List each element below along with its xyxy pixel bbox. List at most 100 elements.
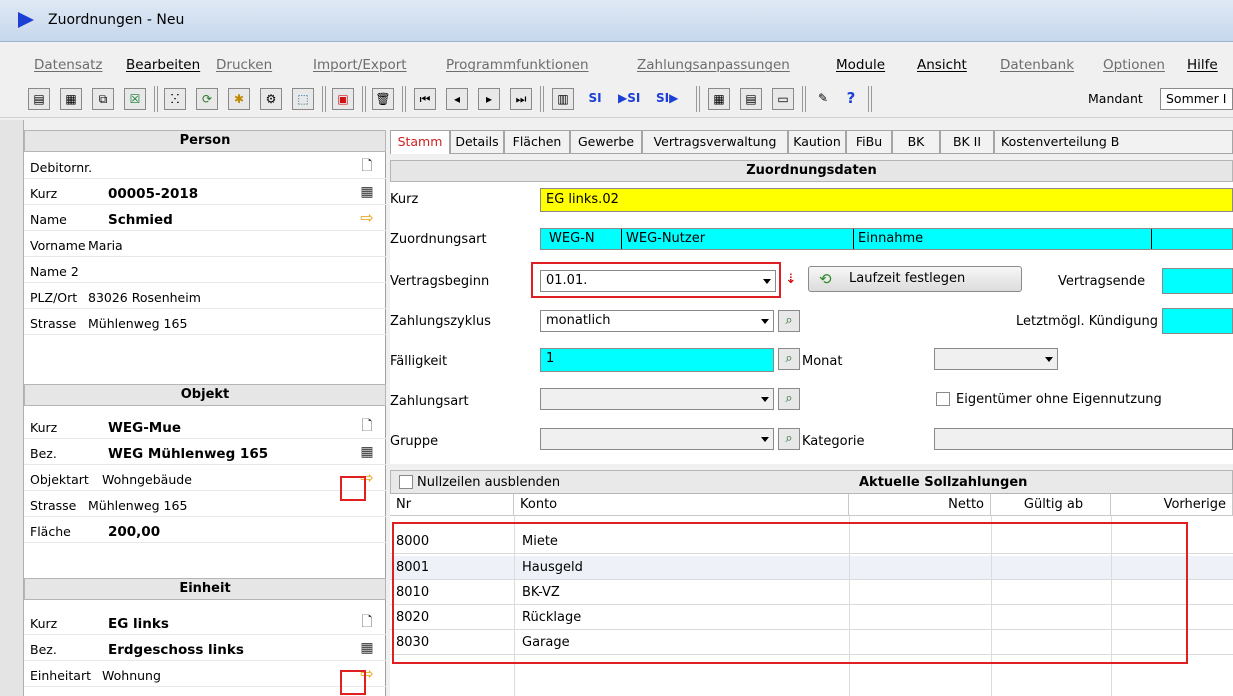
menu-ansicht[interactable]: Ansicht [917, 57, 967, 73]
eigentuemer-label: Eigentümer ohne Eigennutzung [956, 392, 1162, 407]
mandant-select[interactable]: Sommer I [1160, 88, 1233, 110]
si-icon[interactable]: SI▶ [656, 88, 678, 110]
person-row: Name Schmied ⇨ [24, 206, 386, 231]
person-row: Kurz 00005-2018 ▦ [24, 180, 386, 205]
new-document-icon[interactable]: 🗋 [358, 613, 376, 631]
lookup-icon[interactable]: ⌕ [778, 388, 800, 410]
zuordnungsart-field[interactable]: WEG-N WEG-Nutzer Einnahme [540, 228, 1233, 250]
vertragsende-label: Vertragsende [1058, 274, 1146, 289]
tab-bk[interactable]: BK [892, 130, 940, 154]
new-document-icon[interactable]: 🗋 [358, 157, 376, 175]
delete-icon[interactable]: 🗑 [372, 88, 394, 110]
clipboard-icon[interactable]: ▤ [740, 88, 762, 110]
menu-programmfunktionen[interactable]: Programmfunktionen [446, 57, 589, 73]
zuordnungsart-name: WEG-Nutzer [621, 229, 705, 249]
menu-datenbank[interactable]: Datenbank [1000, 57, 1074, 73]
field-label: Kurz [30, 186, 58, 201]
print-preview-icon[interactable]: ▦ [60, 88, 82, 110]
tab-gewerbe[interactable]: Gewerbe [570, 130, 642, 154]
menu-import-export[interactable]: Import/Export [313, 57, 407, 73]
tab-flaechen[interactable]: Flächen [504, 130, 570, 154]
help-icon[interactable]: ? [840, 88, 862, 110]
edit-document-icon[interactable]: ▦ [358, 639, 376, 657]
copy-icon[interactable]: ⧉ [92, 88, 114, 110]
export-icon[interactable]: ⬚ [292, 88, 314, 110]
highlight-box [340, 476, 366, 501]
column-header[interactable]: Netto [849, 494, 991, 516]
menu-drucken[interactable]: Drucken [216, 57, 272, 73]
new-icon[interactable]: ✱ [228, 88, 250, 110]
toolbar-separator [540, 86, 544, 112]
kurz-input[interactable]: EG links.02 [540, 188, 1233, 212]
column-header[interactable]: Nr [390, 494, 514, 516]
new-document-icon[interactable]: 🗋 [358, 417, 376, 435]
menu-bearbeiten[interactable]: Bearbeiten [126, 57, 200, 73]
field-label: Objektart [30, 472, 89, 487]
person-row: Vorname Maria [24, 232, 386, 257]
printer-icon[interactable]: ▤ [28, 88, 50, 110]
binoculars-icon[interactable]: ⵘ [164, 88, 186, 110]
toolbar: ▤ ▦ ⧉ ☒ ⵘ ⟳ ✱ ⚙ ⬚ ▣ 🗑 ⏮ ◂ ▸ ⏭ ▥ SI ▶SI S… [0, 80, 1233, 118]
nullzeilen-checkbox[interactable] [399, 475, 413, 489]
vertragsende-input[interactable] [1162, 268, 1233, 294]
menu-datensatz[interactable]: Datensatz [34, 57, 103, 73]
si-icon[interactable]: ▶SI [618, 88, 640, 110]
zuordnung-form: Kurz EG links.02 Zuordnungsart WEG-N WEG… [390, 182, 1233, 464]
menu-module[interactable]: Module [836, 57, 885, 73]
zahlungsart-select[interactable] [540, 388, 774, 410]
field-value: 200,00 [108, 524, 161, 540]
next-record-icon[interactable]: ▸ [478, 88, 500, 110]
tab-kostenverteilung[interactable]: Kostenverteilung B [994, 130, 1233, 154]
field-label: Strasse [30, 316, 77, 331]
tab-stamm[interactable]: Stamm [390, 130, 450, 154]
menu-hilfe[interactable]: Hilfe [1187, 57, 1218, 73]
save-icon[interactable]: ▣ [332, 88, 354, 110]
kategorie-select[interactable] [934, 428, 1233, 450]
excel-icon[interactable]: ☒ [124, 88, 146, 110]
highlight-box [340, 670, 366, 695]
menu-optionen[interactable]: Optionen [1103, 57, 1165, 73]
lookup-icon[interactable]: ⌕ [778, 348, 800, 370]
pencil-icon[interactable]: ✎ [812, 88, 834, 110]
einheit-header: Einheit [24, 578, 386, 600]
lookup-icon[interactable]: ⌕ [778, 310, 800, 332]
tab-fibu[interactable]: FiBu [846, 130, 892, 154]
toolbar-separator [322, 86, 326, 112]
edit-document-icon[interactable]: ▦ [358, 443, 376, 461]
column-header[interactable]: Vorherige [1111, 494, 1233, 516]
kurz-label: Kurz [390, 192, 419, 207]
tab-details[interactable]: Details [450, 130, 504, 154]
first-record-icon[interactable]: ⏮ [414, 88, 436, 110]
tab-bk-ii[interactable]: BK II [940, 130, 994, 154]
laufzeit-festlegen-button[interactable]: ⟲ Laufzeit festlegen [808, 266, 1022, 292]
last-record-icon[interactable]: ⏭ [510, 88, 532, 110]
einheit-row: Kurz EG links 🗋 [24, 610, 386, 635]
prev-record-icon[interactable]: ◂ [446, 88, 468, 110]
column-header[interactable]: Konto [514, 494, 849, 516]
calculator-icon[interactable]: ▦ [708, 88, 730, 110]
toolbar-separator [802, 86, 806, 112]
eigentuemer-checkbox[interactable] [936, 392, 950, 406]
tab-vertragsverwaltung[interactable]: Vertragsverwaltung [642, 130, 788, 154]
edit-document-icon[interactable]: ▦ [358, 183, 376, 201]
field-value: 00005-2018 [108, 186, 199, 202]
column-header[interactable]: Gültig ab [991, 494, 1111, 516]
faelligkeit-input[interactable]: 1 [540, 348, 774, 372]
highlight-box [392, 522, 1188, 664]
window-title: Zuordnungen - Neu [48, 12, 185, 28]
tab-kaution[interactable]: Kaution [788, 130, 846, 154]
settings-icon[interactable]: ⚙ [260, 88, 282, 110]
kategorie-label: Kategorie [802, 434, 865, 449]
print-icon[interactable]: ▭ [772, 88, 794, 110]
si-icon[interactable]: SI [584, 88, 606, 110]
zahlungszyklus-select[interactable]: monatlich [540, 310, 774, 332]
monat-select[interactable] [934, 348, 1058, 370]
calendar-icon[interactable]: ▥ [552, 88, 574, 110]
gruppe-select[interactable] [540, 428, 774, 450]
goto-arrow-icon[interactable]: ⇨ [358, 209, 376, 227]
menu-zahlungsanpassungen[interactable]: Zahlungsanpassungen [637, 57, 790, 73]
lookup-icon[interactable]: ⌕ [778, 428, 800, 450]
kuendigung-input[interactable] [1162, 308, 1233, 334]
arrow-down-icon[interactable]: ⇣ [780, 270, 802, 292]
folder-open-icon[interactable]: ⟳ [196, 88, 218, 110]
